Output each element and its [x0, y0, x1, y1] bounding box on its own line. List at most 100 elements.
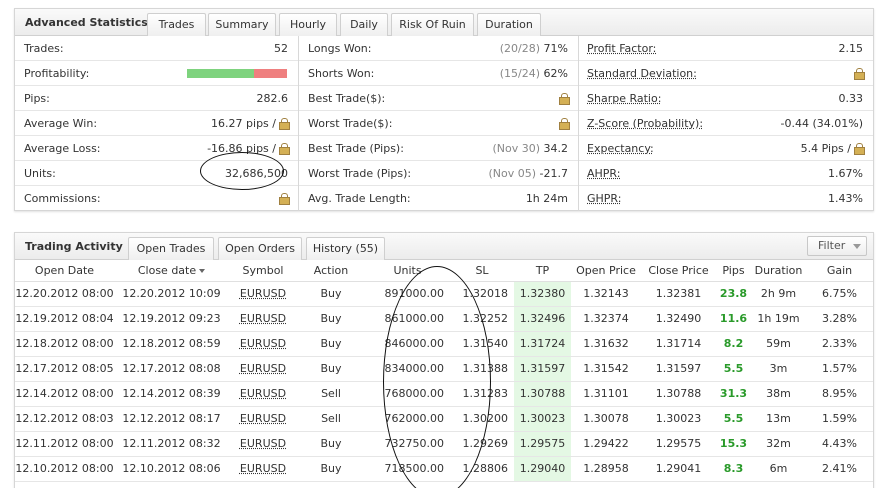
lock-icon[interactable]	[854, 143, 865, 155]
stat-label: Best Trade (Pips):	[308, 142, 404, 155]
stat-label-link[interactable]: GHPR:	[587, 192, 621, 205]
symbol-link[interactable]: EURUSD	[240, 362, 286, 375]
filter-label: Filter	[818, 239, 846, 252]
stats-column-trades: Longs Won: (20/28) 71% Shorts Won: (15/2…	[299, 36, 579, 211]
cell-open-date: 12.20.2012 08:00	[15, 281, 114, 307]
stat-worst-trade-dollars: Worst Trade($):	[299, 111, 578, 136]
cell-tp: 1.31724	[514, 331, 571, 357]
stat-label: Trades:	[24, 42, 64, 55]
cell-symbol[interactable]: EURUSD	[229, 456, 297, 482]
tab-open-orders[interactable]: Open Orders	[218, 237, 302, 260]
cell-symbol[interactable]: EURUSD	[229, 431, 297, 457]
cell-open-date: 12.14.2012 08:00	[15, 381, 114, 407]
cell-close-price: 1.31714	[641, 331, 716, 357]
cell-action: Buy	[297, 331, 365, 357]
stat-label-link[interactable]: Standard Deviation:	[587, 67, 697, 80]
cell-close-date: 12.18.2012 08:59	[114, 331, 229, 357]
stat-standard-deviation: Standard Deviation:	[579, 61, 873, 86]
symbol-link[interactable]: EURUSD	[240, 462, 286, 475]
cell-open-price: 1.31632	[571, 331, 641, 357]
cell-action: Buy	[297, 456, 365, 482]
column-header-action[interactable]: Action	[297, 260, 365, 282]
lock-icon[interactable]	[559, 93, 570, 105]
cell-symbol[interactable]: EURUSD	[229, 306, 297, 332]
cell-gain: 3.28%	[806, 306, 873, 332]
column-header-pips[interactable]: Pips	[716, 260, 751, 282]
stat-label-link[interactable]: AHPR:	[587, 167, 620, 180]
column-header-symbol[interactable]: Symbol	[229, 260, 297, 282]
cell-gain: 4.43%	[806, 431, 873, 457]
filter-button[interactable]: Filter	[807, 236, 867, 256]
tab-risk-of-ruin[interactable]: Risk Of Ruin	[391, 13, 474, 36]
cell-open-price: 1.32143	[571, 281, 641, 307]
cell-tp: 1.32380	[514, 281, 571, 307]
column-header-open-price[interactable]: Open Price	[571, 260, 641, 282]
cell-pips: 8.3	[716, 456, 751, 482]
cell-close-price: 1.32490	[641, 306, 716, 332]
column-header-open-date[interactable]: Open Date	[15, 260, 114, 282]
stat-value: -21.7	[539, 167, 568, 180]
column-header-tp[interactable]: TP	[514, 260, 571, 282]
symbol-link[interactable]: EURUSD	[240, 287, 286, 300]
stat-value: 1.67%	[828, 167, 863, 180]
column-header-close-date[interactable]: Close date	[114, 260, 229, 282]
stat-label-link[interactable]: Z-Score (Probability):	[587, 117, 703, 130]
cell-symbol[interactable]: EURUSD	[229, 406, 297, 432]
stat-value-wrap: 16.27 pips /	[211, 117, 290, 130]
column-header-close-price[interactable]: Close Price	[641, 260, 716, 282]
cell-pips: 5.5	[716, 356, 751, 382]
cell-duration: 6m	[751, 456, 806, 482]
advanced-statistics-panel: Advanced Statistics Trades Summary Hourl…	[14, 8, 874, 211]
stat-sharpe-ratio: Sharpe Ratio: 0.33	[579, 86, 873, 111]
cell-pips: 15.3	[716, 431, 751, 457]
stat-average-win: Average Win: 16.27 pips /	[15, 111, 298, 136]
lock-icon[interactable]	[559, 118, 570, 130]
cell-close-date: 12.14.2012 08:39	[114, 381, 229, 407]
symbol-link[interactable]: EURUSD	[240, 312, 286, 325]
column-header-duration[interactable]: Duration	[751, 260, 806, 282]
symbol-link[interactable]: EURUSD	[240, 387, 286, 400]
stat-label: Shorts Won:	[308, 67, 375, 80]
cell-close-date: 12.19.2012 09:23	[114, 306, 229, 332]
cell-duration: 38m	[751, 381, 806, 407]
cell-close-date: 12.10.2012 08:06	[114, 456, 229, 482]
cell-symbol[interactable]: EURUSD	[229, 331, 297, 357]
cell-symbol[interactable]: EURUSD	[229, 281, 297, 307]
stat-profit-factor: Profit Factor: 2.15	[579, 36, 873, 61]
lock-icon[interactable]	[279, 143, 290, 155]
symbol-link[interactable]: EURUSD	[240, 337, 286, 350]
stat-label: Average Win:	[24, 117, 98, 130]
cell-close-price: 1.30023	[641, 406, 716, 432]
cell-open-date: 12.11.2012 08:00	[15, 431, 114, 457]
stat-label-link[interactable]: Expectancy:	[587, 142, 654, 155]
stat-label: Commissions:	[24, 192, 101, 205]
stat-label-link[interactable]: Sharpe Ratio:	[587, 92, 661, 105]
cell-close-price: 1.29041	[641, 456, 716, 482]
tab-history[interactable]: History (55)	[306, 237, 385, 260]
stat-z-score: Z-Score (Probability): -0.44 (34.01%)	[579, 111, 873, 136]
tab-hourly[interactable]: Hourly	[279, 13, 337, 36]
stat-detail: (Nov 30)	[492, 142, 540, 155]
stat-profitability: Profitability:	[15, 61, 298, 86]
symbol-link[interactable]: EURUSD	[240, 412, 286, 425]
cell-pips: 8.2	[716, 331, 751, 357]
column-header-gain[interactable]: Gain	[806, 260, 873, 282]
cell-close-date: 12.12.2012 08:17	[114, 406, 229, 432]
stat-value: 282.6	[256, 92, 289, 105]
cell-duration: 59m	[751, 331, 806, 357]
stat-label-link[interactable]: Profit Factor:	[587, 42, 656, 55]
tab-daily[interactable]: Daily	[340, 13, 388, 36]
tab-trades[interactable]: Trades	[147, 13, 206, 36]
tab-summary[interactable]: Summary	[208, 13, 276, 36]
cell-pips: 11.6	[716, 306, 751, 332]
tab-open-trades[interactable]: Open Trades	[128, 237, 214, 260]
cell-duration: 32m	[751, 431, 806, 457]
tab-duration[interactable]: Duration	[477, 13, 541, 36]
symbol-link[interactable]: EURUSD	[240, 437, 286, 450]
cell-symbol[interactable]: EURUSD	[229, 381, 297, 407]
lock-icon[interactable]	[279, 193, 290, 205]
lock-icon[interactable]	[854, 68, 865, 80]
cell-gain: 1.59%	[806, 406, 873, 432]
lock-icon[interactable]	[279, 118, 290, 130]
cell-symbol[interactable]: EURUSD	[229, 356, 297, 382]
